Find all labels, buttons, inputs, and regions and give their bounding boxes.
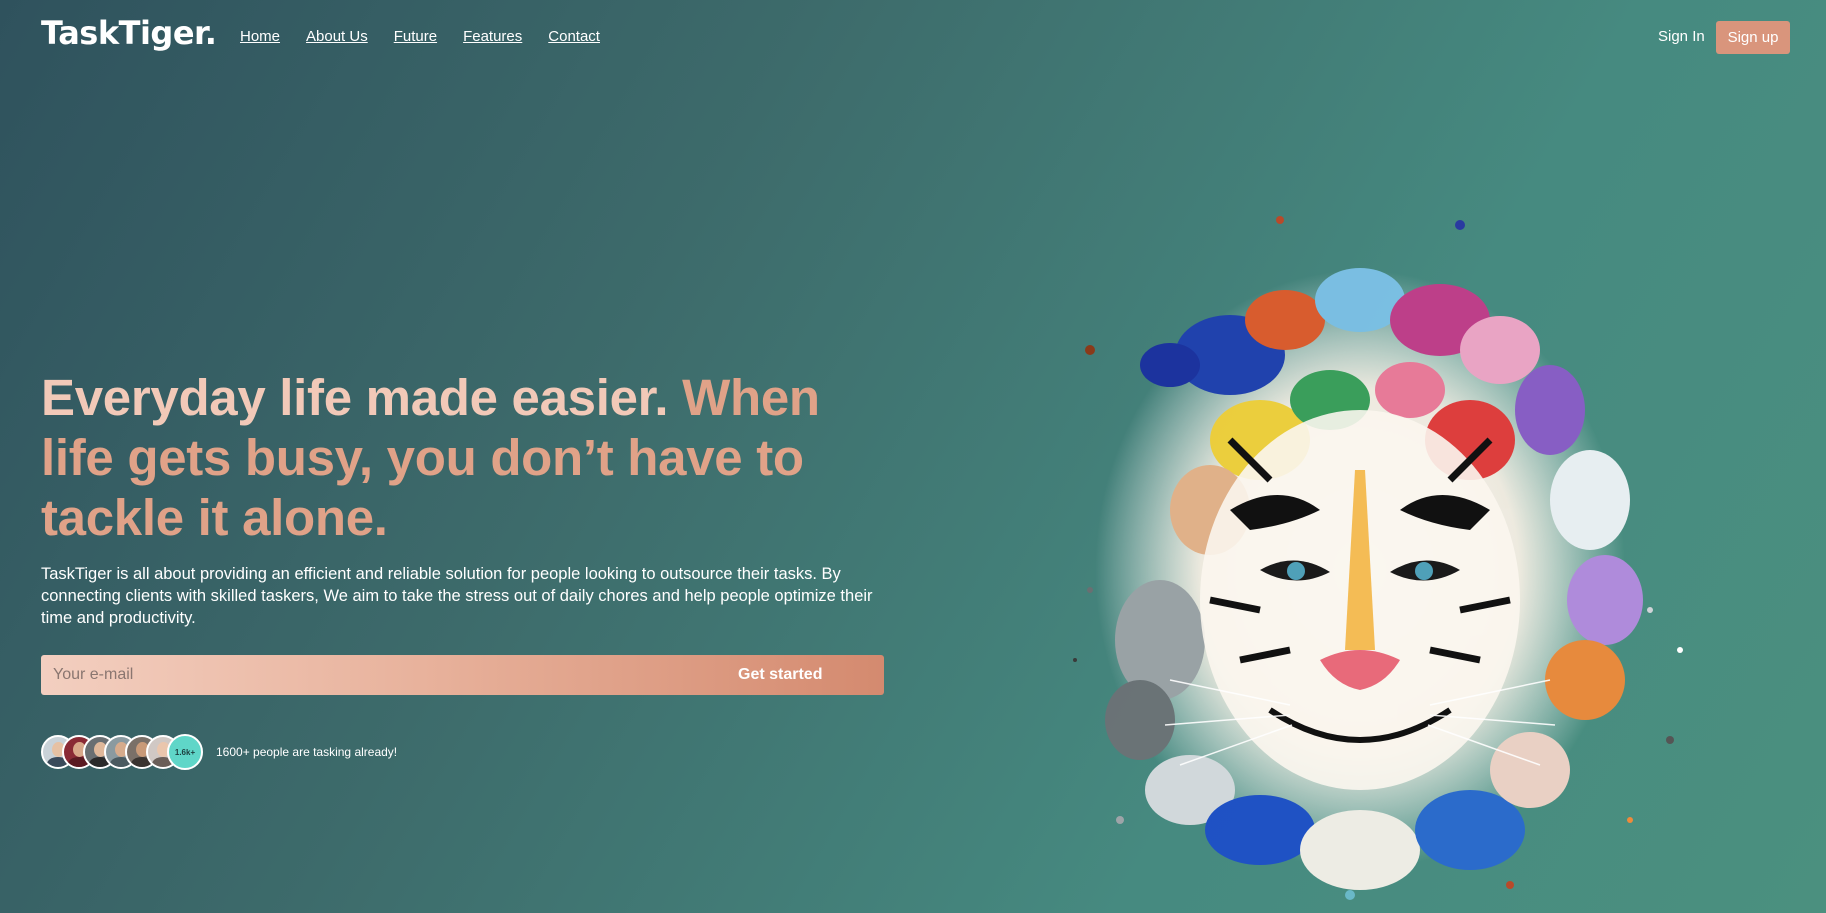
nav-link-contact[interactable]: Contact: [548, 28, 600, 45]
hero-headline: Everyday life made easier. When life get…: [41, 368, 881, 548]
nav-link-about-us[interactable]: About Us: [306, 28, 368, 45]
social-proof: 1.6k+ 1600+ people are tasking already!: [41, 733, 397, 771]
headline-part-1: Everyday life made easier.: [41, 369, 683, 426]
main-nav: Home About Us Future Features Contact: [240, 28, 600, 45]
avatar-group: 1.6k+: [41, 734, 203, 770]
sign-up-button[interactable]: Sign up: [1716, 21, 1790, 54]
email-input[interactable]: [41, 655, 681, 695]
nav-link-features[interactable]: Features: [463, 28, 522, 45]
get-started-button[interactable]: Get started: [681, 655, 884, 695]
social-proof-text: 1600+ people are tasking already!: [216, 745, 398, 759]
email-signup-form: Get started: [41, 655, 884, 695]
sign-in-link[interactable]: Sign In: [1658, 28, 1705, 45]
brand-logo[interactable]: TaskTiger.: [41, 14, 217, 52]
hero-description: TaskTiger is all about providing an effi…: [41, 565, 873, 627]
user-count-badge: 1.6k+: [167, 734, 203, 770]
site-header: TaskTiger. Home About Us Future Features…: [0, 0, 1826, 76]
nav-link-home[interactable]: Home: [240, 28, 280, 45]
colorful-tiger-illustration: [1073, 216, 1683, 900]
nav-link-future[interactable]: Future: [394, 28, 437, 45]
